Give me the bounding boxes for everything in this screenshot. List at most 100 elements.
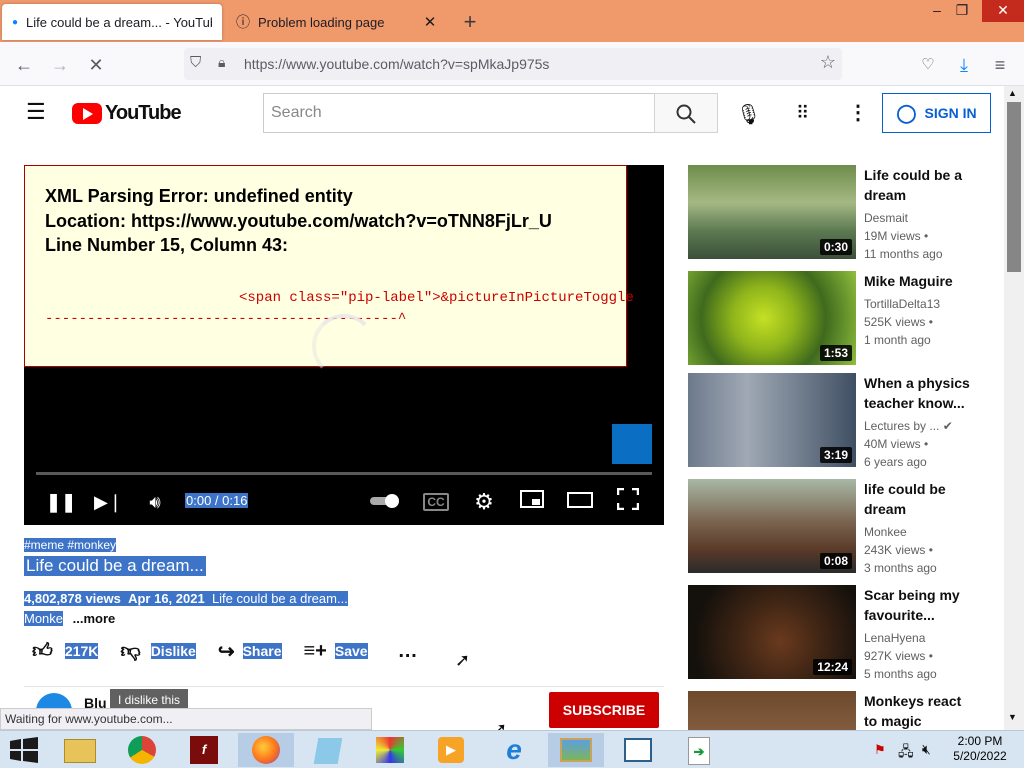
close-tab-icon[interactable]: ✕ xyxy=(422,13,438,31)
firefox-icon[interactable] xyxy=(238,733,294,767)
flash-icon[interactable]: f xyxy=(176,733,232,767)
autoplay-toggle[interactable] xyxy=(370,488,404,516)
chrome-icon[interactable] xyxy=(114,733,170,767)
search-input[interactable]: Search xyxy=(263,93,655,133)
recommended-video[interactable]: 0:08 life could be dream Monkee 243K vie… xyxy=(688,479,988,575)
restore-button[interactable]: ❐ xyxy=(945,0,979,22)
sign-in-button[interactable]: ◯ SIGN IN xyxy=(882,93,991,133)
video-thumbnail[interactable]: 1:53 xyxy=(688,271,856,365)
video-thumbnail[interactable]: 0:30 xyxy=(688,165,856,259)
scroll-thumb[interactable] xyxy=(1007,102,1021,272)
microphone-icon[interactable]: 🎙︎ xyxy=(736,102,761,127)
volume-icon[interactable]: 🔊︎ xyxy=(141,488,169,516)
video-title[interactable]: When a physics teacher know... xyxy=(864,373,976,413)
miniplayer-icon[interactable] xyxy=(518,488,546,516)
hamburger-menu-icon[interactable]: ☰ xyxy=(26,101,46,123)
video-thumbnail[interactable]: 3:19 xyxy=(688,373,856,467)
share-button[interactable]: Share xyxy=(242,643,282,659)
url-bar[interactable]: ⛉ 🔒︎ https://www.youtube.com/watch?v=spM… xyxy=(184,48,842,80)
video-title[interactable]: Life could be a dream xyxy=(864,165,976,205)
recommended-video[interactable]: Monkeys react to magic xyxy=(688,691,988,730)
more-link[interactable]: ...more xyxy=(73,611,116,626)
channel-name[interactable]: Monkee xyxy=(864,523,984,541)
page-scrollbar[interactable]: ▲ ▼ xyxy=(1004,86,1024,730)
fullscreen-icon[interactable] xyxy=(614,487,642,516)
pause-icon[interactable]: ❚❚ xyxy=(46,488,76,516)
theater-shape xyxy=(567,492,593,508)
close-window-button[interactable]: ✕ xyxy=(982,0,1024,22)
url-text[interactable]: https://www.youtube.com/watch?v=spMkaJp9… xyxy=(244,56,549,72)
video-title[interactable]: life could be dream xyxy=(864,479,976,519)
theater-mode-icon[interactable] xyxy=(566,488,594,516)
file-explorer-icon[interactable] xyxy=(52,733,108,767)
lock-icon[interactable]: 🔒︎ xyxy=(218,54,225,71)
download-icon[interactable]: ⤓ xyxy=(950,51,978,79)
recommended-video[interactable]: 3:19 When a physics teacher know... Lect… xyxy=(688,373,988,469)
description-more[interactable]: Monke ...more xyxy=(24,611,115,626)
progress-bar[interactable] xyxy=(36,472,652,475)
document-icon[interactable] xyxy=(610,733,666,767)
search-button[interactable] xyxy=(654,93,718,133)
video-title[interactable]: Monkeys react to magic xyxy=(864,691,976,730)
like-count[interactable]: 217K xyxy=(64,643,99,659)
shield-icon[interactable]: ⛉ xyxy=(190,54,201,71)
tab-problem-loading[interactable]: ⓘ Problem loading page ✕ xyxy=(226,4,448,40)
like-icon[interactable]: 👍︎ xyxy=(32,639,53,663)
channel-name[interactable]: LenaHyena xyxy=(864,629,984,647)
dislike-button[interactable]: Dislike xyxy=(150,643,196,659)
paint-icon[interactable] xyxy=(362,733,418,767)
share-icon[interactable]: ↪ xyxy=(218,639,235,664)
time-display: 0:00 / 0:16 xyxy=(185,493,249,508)
bookmark-star-icon[interactable]: ☆ xyxy=(820,52,836,73)
back-button[interactable]: ← xyxy=(10,51,38,79)
next-icon[interactable]: ▶❘ xyxy=(94,488,123,516)
recommended-video[interactable]: 1:53 Mike Maguire TortillaDelta13 525K v… xyxy=(688,271,988,365)
tab-youtube[interactable]: ● Life could be a dream... - YouTube xyxy=(2,4,222,40)
subtitles-icon[interactable]: CC xyxy=(422,488,450,516)
mouse-cursor-icon: ➚ xyxy=(455,650,471,670)
scroll-down-icon[interactable]: ▼ xyxy=(1008,712,1017,722)
more-options-icon[interactable]: ⋮ xyxy=(848,100,868,125)
more-actions-icon[interactable]: … xyxy=(398,640,418,663)
hashtags[interactable]: #meme #monkey xyxy=(24,538,117,552)
notepad-icon[interactable] xyxy=(300,733,356,767)
youtube-logo[interactable]: YouTube xyxy=(72,102,182,125)
media-player-icon[interactable]: ▶ xyxy=(424,733,480,767)
video-meta: LenaHyena 927K views • 5 months ago xyxy=(864,629,984,683)
error-source-code: <span class="pip-label">&pictureInPictur… xyxy=(239,290,634,306)
internet-explorer-icon[interactable]: e xyxy=(486,733,542,767)
recommended-video[interactable]: 0:30 Life could be a dream Desmait 19M v… xyxy=(688,165,988,261)
exe-file-icon[interactable]: ➔ xyxy=(672,733,728,767)
video-meta: TortillaDelta13 525K views • 1 month ago xyxy=(864,295,984,349)
save-playlist-icon[interactable]: ≡+ xyxy=(304,640,327,663)
windows-logo-icon xyxy=(10,737,38,763)
channel-name[interactable]: Lectures by ... xyxy=(864,419,939,433)
video-title[interactable]: Mike Maguire xyxy=(864,271,976,291)
recommended-video[interactable]: 12:24 Scar being my favourite... LenaHye… xyxy=(688,585,988,681)
photo-viewer-icon[interactable] xyxy=(548,733,604,767)
channel-watermark[interactable] xyxy=(612,424,652,464)
system-clock[interactable]: 2:00 PM 5/20/2022 xyxy=(944,734,1016,764)
scroll-up-icon[interactable]: ▲ xyxy=(1008,88,1017,98)
video-thumbnail[interactable] xyxy=(688,691,856,730)
settings-gear-icon[interactable]: ⚙ xyxy=(470,488,498,516)
video-thumbnail[interactable]: 0:08 xyxy=(688,479,856,573)
forward-button[interactable]: → xyxy=(46,51,74,79)
save-button[interactable]: Save xyxy=(334,643,368,659)
volume-muted-icon[interactable]: 🔇︎ xyxy=(922,741,931,758)
apps-grid-icon[interactable]: ⠿ xyxy=(796,103,809,124)
channel-name[interactable]: TortillaDelta13 xyxy=(864,295,984,313)
video-player[interactable]: XML Parsing Error: undefined entity Loca… xyxy=(24,165,664,525)
dislike-icon[interactable]: 👎︎ xyxy=(120,639,140,663)
menu-icon[interactable]: ≡ xyxy=(986,51,1014,79)
video-title[interactable]: Scar being my favourite... xyxy=(864,585,976,625)
new-tab-button[interactable]: + xyxy=(456,8,484,36)
start-button[interactable] xyxy=(0,733,48,767)
action-center-flag-icon[interactable]: ⚑ xyxy=(874,742,886,758)
video-thumbnail[interactable]: 12:24 xyxy=(688,585,856,679)
network-icon[interactable]: 🖧︎ xyxy=(898,741,914,765)
subscribe-button[interactable]: SUBSCRIBE xyxy=(549,692,659,728)
stop-loading-button[interactable]: ✕ xyxy=(82,51,110,79)
channel-name[interactable]: Desmait xyxy=(864,209,984,227)
pocket-icon[interactable]: ♡ xyxy=(914,51,942,79)
